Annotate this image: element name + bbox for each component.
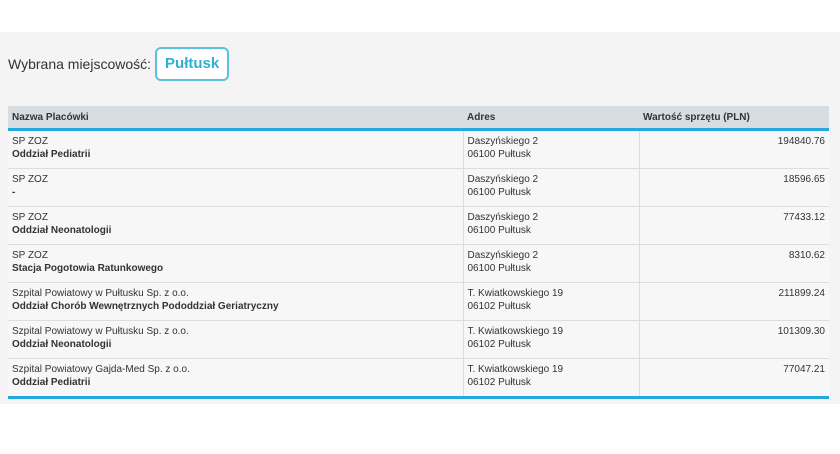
unit-name: Stacja Pogotowia Ratunkowego [12, 263, 164, 274]
facility-cell: SP ZOZ Oddział Pediatrii [8, 129, 463, 169]
facilities-table: Nazwa Placówki Adres Wartość sprzętu (PL… [8, 106, 829, 399]
street: Daszyńskiego 2 [467, 136, 539, 147]
organization-name: Szpital Powiatowy w Pułtusku Sp. z o.o. [12, 288, 189, 299]
address-cell: T. Kwiatkowskiego 19 06102 Pułtusk [462, 320, 639, 359]
header-equipment-value[interactable]: Wartość sprzętu (PLN) [639, 106, 829, 131]
table-row[interactable]: SP ZOZ - Daszyńskiego 2 06100 Pułtusk 18… [8, 168, 829, 207]
postal-city: 06100 Pułtusk [467, 149, 531, 160]
facility-cell: SP ZOZ Stacja Pogotowia Ratunkowego [8, 244, 463, 283]
address-cell: Daszyńskiego 2 06100 Pułtusk [462, 244, 639, 283]
facility-cell: Szpital Powiatowy w Pułtusku Sp. z o.o. … [8, 320, 463, 359]
table-row[interactable]: SP ZOZ Oddział Pediatrii Daszyńskiego 2 … [8, 129, 829, 169]
organization-name: SP ZOZ [12, 250, 48, 261]
address-cell: Daszyńskiego 2 06100 Pułtusk [462, 206, 639, 245]
table-row[interactable]: Szpital Powiatowy Gajda-Med Sp. z o.o. O… [8, 358, 829, 399]
street: T. Kwiatkowskiego 19 [467, 288, 564, 299]
postal-city: 06100 Pułtusk [467, 225, 531, 236]
table-row[interactable]: SP ZOZ Oddział Neonatologii Daszyńskiego… [8, 206, 829, 245]
street: Daszyńskiego 2 [467, 174, 539, 185]
address-cell: Daszyńskiego 2 06100 Pułtusk [462, 168, 639, 207]
facility-cell: SP ZOZ - [8, 168, 463, 207]
street: Daszyńskiego 2 [467, 250, 539, 261]
equipment-value: 194840.76 [638, 129, 829, 169]
unit-name: Oddział Neonatologii [12, 225, 112, 236]
equipment-value: 211899.24 [638, 282, 829, 321]
equipment-value: 18596.65 [638, 168, 829, 207]
postal-city: 06100 Pułtusk [467, 187, 531, 198]
unit-name: Oddział Chorób Wewnętrznych Pododdział G… [12, 301, 279, 312]
equipment-value: 101309.30 [638, 320, 829, 359]
header-facility-name[interactable]: Nazwa Placówki [8, 106, 463, 131]
organization-name: Szpital Powiatowy Gajda-Med Sp. z o.o. [12, 364, 190, 375]
organization-name: Szpital Powiatowy w Pułtusku Sp. z o.o. [12, 326, 189, 337]
equipment-value: 77047.21 [638, 358, 829, 399]
postal-city: 06102 Pułtusk [467, 339, 531, 350]
equipment-value: 77433.12 [638, 206, 829, 245]
street: T. Kwiatkowskiego 19 [467, 326, 564, 337]
table-row[interactable]: Szpital Powiatowy w Pułtusku Sp. z o.o. … [8, 320, 829, 359]
selected-city-label: Wybrana miejscowość: [8, 56, 152, 72]
facility-cell: SP ZOZ Oddział Neonatologii [8, 206, 463, 245]
street: Daszyńskiego 2 [467, 212, 539, 223]
facility-cell: Szpital Powiatowy Gajda-Med Sp. z o.o. O… [8, 358, 463, 399]
unit-name: - [12, 187, 16, 198]
facility-cell: Szpital Powiatowy w Pułtusku Sp. z o.o. … [8, 282, 463, 321]
unit-name: Oddział Pediatrii [12, 149, 91, 160]
header-address[interactable]: Adres [463, 106, 639, 131]
unit-name: Oddział Neonatologii [12, 339, 112, 350]
organization-name: SP ZOZ [12, 136, 48, 147]
organization-name: SP ZOZ [12, 174, 48, 185]
selected-city-row: Wybrana miejscowość: Pułtusk [8, 47, 230, 81]
address-cell: T. Kwiatkowskiego 19 06102 Pułtusk [462, 282, 639, 321]
street: T. Kwiatkowskiego 19 [467, 364, 564, 375]
table-row[interactable]: Szpital Powiatowy w Pułtusku Sp. z o.o. … [8, 282, 829, 321]
postal-city: 06100 Pułtusk [467, 263, 531, 274]
equipment-value: 8310.62 [638, 244, 829, 283]
table-header-row: Nazwa Placówki Adres Wartość sprzętu (PL… [8, 106, 829, 131]
organization-name: SP ZOZ [12, 212, 48, 223]
address-cell: Daszyńskiego 2 06100 Pułtusk [462, 129, 639, 169]
unit-name: Oddział Pediatrii [12, 377, 91, 388]
selected-city-badge[interactable]: Pułtusk [155, 47, 230, 81]
table-row[interactable]: SP ZOZ Stacja Pogotowia Ratunkowego Dasz… [8, 244, 829, 283]
address-cell: T. Kwiatkowskiego 19 06102 Pułtusk [462, 358, 639, 399]
postal-city: 06102 Pułtusk [467, 301, 531, 312]
postal-city: 06102 Pułtusk [467, 377, 531, 388]
